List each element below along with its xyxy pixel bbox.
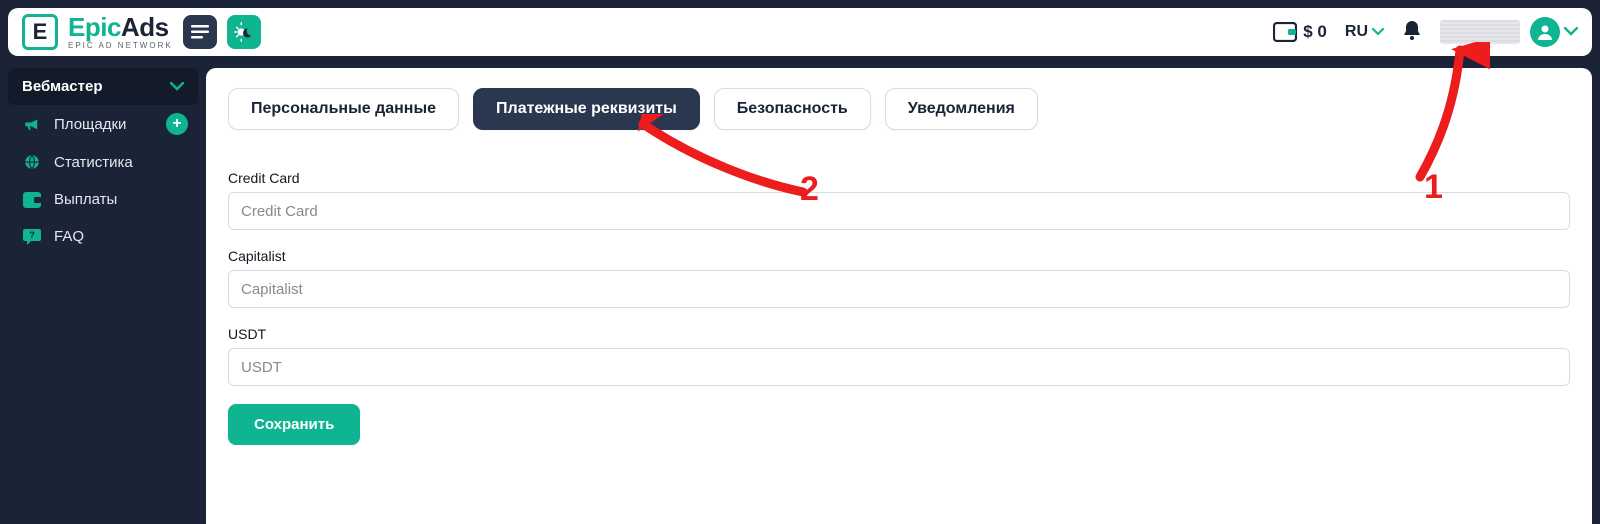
credit-card-input[interactable] <box>228 192 1570 230</box>
language-label: RU <box>1345 23 1368 41</box>
sidebar-item-label: Площадки <box>54 116 126 133</box>
theme-toggle-button[interactable] <box>227 15 261 49</box>
sidebar: Вебмастер Площадки + Статистика Выплаты … <box>8 68 198 255</box>
account-avatar[interactable] <box>1530 17 1560 47</box>
capitalist-label: Capitalist <box>228 248 1570 264</box>
field-usdt: USDT <box>228 326 1570 386</box>
field-capitalist: Capitalist <box>228 248 1570 308</box>
main-panel: Персональные данные Платежные реквизиты … <box>206 68 1592 524</box>
sidebar-group-label: Вебмастер <box>22 78 102 95</box>
wallet-balance[interactable]: $ 0 <box>1273 22 1327 42</box>
username-placeholder <box>1440 20 1520 44</box>
bell-icon <box>1402 19 1422 41</box>
chevron-down-icon <box>170 82 184 91</box>
logo-text: EpicAds EPIC AD NETWORK <box>68 14 173 50</box>
tab-security[interactable]: Безопасность <box>714 88 871 130</box>
credit-card-label: Credit Card <box>228 170 1570 186</box>
brand-logo[interactable]: E EpicAds EPIC AD NETWORK <box>22 14 173 50</box>
sidebar-item-faq[interactable]: ? FAQ <box>8 218 198 255</box>
sidebar-item-label: Статистика <box>54 154 133 171</box>
svg-text:?: ? <box>29 230 35 240</box>
header-bar: E EpicAds EPIC AD NETWORK $ 0 <box>8 8 1592 56</box>
tab-payment-details[interactable]: Платежные реквизиты <box>473 88 700 130</box>
sidebar-item-label: FAQ <box>54 228 84 245</box>
chevron-down-icon <box>1372 28 1384 36</box>
globe-icon <box>22 153 42 171</box>
balance-text: $ 0 <box>1303 22 1327 42</box>
field-credit-card: Credit Card <box>228 170 1570 230</box>
capitalist-input[interactable] <box>228 270 1570 308</box>
tab-notifications[interactable]: Уведомления <box>885 88 1038 130</box>
sidebar-item-payouts[interactable]: Выплаты <box>8 181 198 218</box>
account-menu-toggle[interactable] <box>1564 23 1578 41</box>
sidebar-item-sites[interactable]: Площадки + <box>8 105 198 143</box>
annotation-number-1: 1 <box>1424 168 1443 207</box>
sidebar-group-webmaster[interactable]: Вебмастер <box>8 68 198 105</box>
tab-personal-data[interactable]: Персональные данные <box>228 88 459 130</box>
menu-icon <box>191 25 209 39</box>
logo-mark: E <box>22 14 58 50</box>
chat-icon: ? <box>22 229 42 245</box>
sidebar-item-stats[interactable]: Статистика <box>8 143 198 181</box>
save-button[interactable]: Сохранить <box>228 404 360 445</box>
user-icon <box>1536 23 1554 41</box>
annotation-number-2: 2 <box>800 170 819 209</box>
sun-moon-icon <box>233 21 255 43</box>
sidebar-item-label: Выплаты <box>54 191 117 208</box>
main-menu-button[interactable] <box>183 15 217 49</box>
language-switcher[interactable]: RU <box>1345 23 1384 41</box>
usdt-input[interactable] <box>228 348 1570 386</box>
add-site-button[interactable]: + <box>166 113 188 135</box>
bullhorn-icon <box>22 115 42 133</box>
settings-tabs: Персональные данные Платежные реквизиты … <box>228 88 1570 130</box>
wallet-icon <box>22 192 42 208</box>
wallet-icon <box>1273 22 1297 42</box>
notifications-button[interactable] <box>1402 19 1422 46</box>
usdt-label: USDT <box>228 326 1570 342</box>
chevron-down-icon <box>1564 27 1578 36</box>
